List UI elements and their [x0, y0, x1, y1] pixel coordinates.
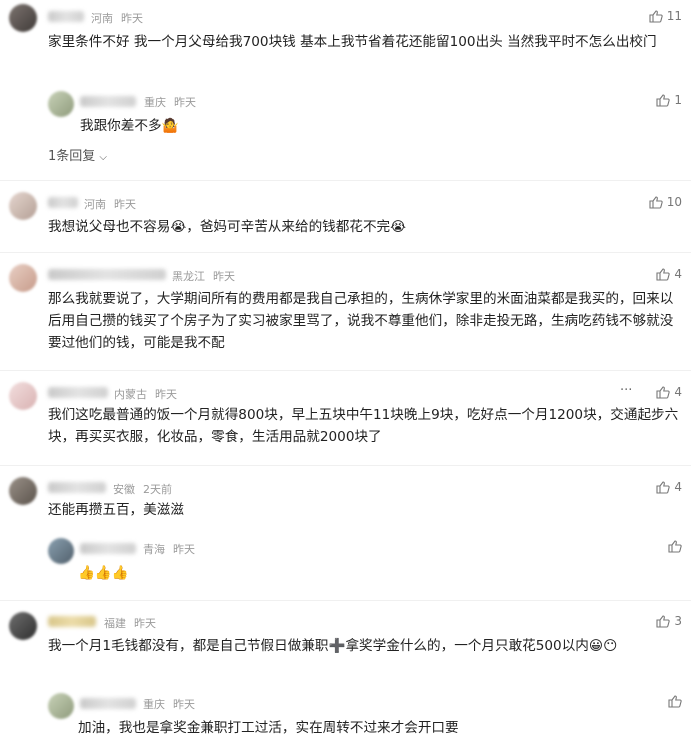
- comment-meta: 安徽 2天前: [113, 481, 172, 497]
- comment-meta: 重庆 昨天: [144, 94, 196, 110]
- thumbs-up-icon: [656, 93, 671, 107]
- comment-meta: 福建 昨天: [104, 615, 156, 631]
- avatar[interactable]: [48, 538, 74, 564]
- timestamp: 昨天: [114, 198, 136, 211]
- location: 河南: [84, 198, 106, 211]
- comment-meta: 河南 昨天: [84, 196, 136, 212]
- timestamp: 昨天: [173, 543, 195, 556]
- comment-text: 我想说父母也不容易😭，爸妈可辛苦从来给的钱都花不完😭: [48, 219, 407, 235]
- thumbs-up-icon: [656, 480, 671, 494]
- like-button[interactable]: 10: [649, 195, 682, 209]
- comment-text: 我一个月1毛钱都没有，都是自己节假日做兼职➕拿奖学金什么的，一个月只敢花500以…: [48, 638, 618, 654]
- thumbs-up-icon: [668, 695, 682, 708]
- thumbs-up-icon: [656, 614, 671, 628]
- location: 内蒙古: [114, 388, 147, 401]
- location: 青海: [143, 543, 165, 556]
- avatar[interactable]: [48, 91, 74, 117]
- username[interactable]: [80, 96, 136, 107]
- username[interactable]: [48, 197, 78, 208]
- avatar[interactable]: [9, 477, 37, 505]
- comment-meta: 内蒙古 昨天: [114, 386, 177, 402]
- comment-text: 👍👍👍: [78, 565, 129, 581]
- like-button[interactable]: [668, 695, 682, 708]
- like-button[interactable]: 4: [656, 385, 682, 399]
- thumbs-up-icon: [649, 9, 663, 23]
- like-count: 4: [674, 267, 682, 281]
- thumbs-up-icon: [668, 540, 682, 553]
- like-button[interactable]: 3: [656, 614, 682, 628]
- expand-replies-button[interactable]: 1条回复 ⌵: [48, 145, 107, 164]
- thumbs-up-icon: [656, 267, 671, 281]
- comment-text: 还能再攒五百，美滋滋: [48, 502, 184, 518]
- like-button[interactable]: 1: [656, 93, 682, 107]
- username[interactable]: [48, 616, 96, 627]
- like-button[interactable]: 4: [656, 267, 682, 281]
- username[interactable]: [80, 543, 136, 554]
- like-count: 11: [666, 9, 682, 23]
- timestamp: 昨天: [213, 270, 235, 283]
- username[interactable]: [48, 482, 106, 493]
- comment-text: 家里条件不好 我一个月父母给我700块钱 基本上我节省着花还能留100出头 当然…: [48, 34, 657, 50]
- timestamp: 昨天: [174, 96, 196, 109]
- comment-meta: 重庆 昨天: [143, 696, 195, 712]
- expand-replies-label: 1条回复: [48, 149, 96, 164]
- like-count: 4: [674, 385, 682, 399]
- username[interactable]: [48, 387, 108, 398]
- like-count: 4: [674, 480, 682, 494]
- comment-text: 那么我就要说了，大学期间所有的费用都是我自己承担的，生病休学家里的米面油菜都是我…: [48, 291, 674, 351]
- more-options-icon[interactable]: ···: [620, 383, 632, 398]
- like-button[interactable]: 4: [656, 480, 682, 494]
- avatar[interactable]: [9, 192, 37, 220]
- avatar[interactable]: [9, 612, 37, 640]
- comment-meta: 河南 昨天: [91, 10, 143, 26]
- location: 黑龙江: [172, 270, 205, 283]
- comment-text: 我跟你差不多🤷: [80, 118, 179, 134]
- avatar[interactable]: [9, 382, 37, 410]
- location: 重庆: [144, 96, 166, 109]
- comment-text: 加油，我也是拿奖金兼职打工过活，实在周转不过来才会开口要: [78, 720, 459, 736]
- avatar[interactable]: [48, 693, 74, 719]
- avatar[interactable]: [9, 4, 37, 32]
- timestamp: 2天前: [143, 483, 172, 496]
- location: 福建: [104, 617, 126, 630]
- location: 重庆: [143, 698, 165, 711]
- comment-meta: 黑龙江 昨天: [172, 268, 235, 284]
- username[interactable]: [48, 11, 84, 22]
- username[interactable]: [80, 698, 136, 709]
- timestamp: 昨天: [134, 617, 156, 630]
- username[interactable]: [48, 269, 166, 280]
- location: 安徽: [113, 483, 135, 496]
- thumbs-up-icon: [649, 195, 663, 209]
- like-button[interactable]: 11: [649, 9, 682, 23]
- like-button[interactable]: [668, 540, 682, 553]
- chevron-down-icon: ⌵: [99, 152, 108, 163]
- comment-meta: 青海 昨天: [143, 541, 195, 557]
- avatar[interactable]: [9, 264, 37, 292]
- like-count: 1: [674, 93, 682, 107]
- like-count: 10: [666, 195, 682, 209]
- like-count: 3: [674, 614, 682, 628]
- location: 河南: [91, 12, 113, 25]
- comment-text: 我们这吃最普通的饭一个月就得800块，早上五块中午11块晚上9块，吃好点一个月1…: [48, 407, 679, 445]
- timestamp: 昨天: [121, 12, 143, 25]
- thumbs-up-icon: [656, 385, 671, 399]
- timestamp: 昨天: [173, 698, 195, 711]
- timestamp: 昨天: [155, 388, 177, 401]
